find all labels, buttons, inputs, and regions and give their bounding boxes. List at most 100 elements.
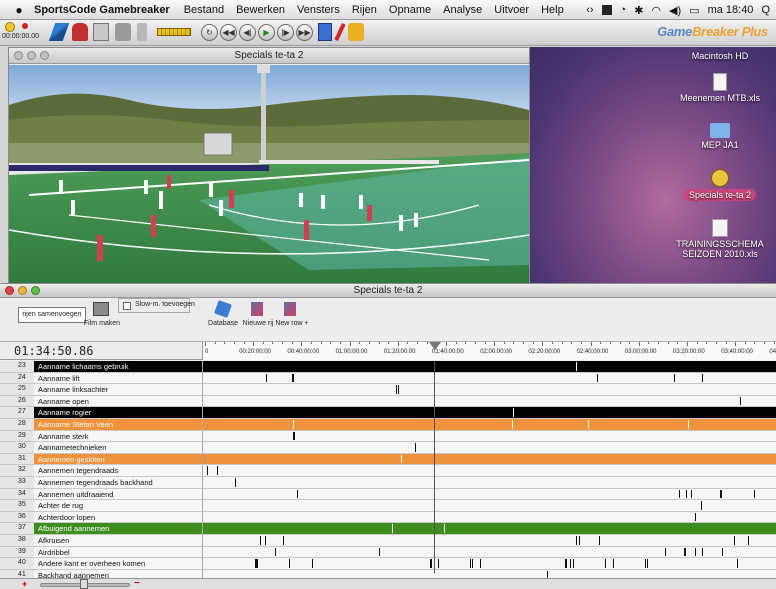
instance-mark[interactable] <box>748 536 750 545</box>
timeline-row[interactable]: 39 Airdribbel <box>0 546 776 559</box>
row-lane[interactable] <box>202 500 776 512</box>
instance-mark[interactable] <box>294 431 296 441</box>
timeline-row[interactable]: 33 Aannemen tegendraads backhand <box>0 477 776 489</box>
timeline-row[interactable]: 31 Aannemen gesloten <box>0 453 776 466</box>
instance-mark[interactable] <box>686 489 688 499</box>
row-name-button[interactable]: Aanname lift <box>34 372 202 385</box>
new-row-nl-label[interactable]: Nieuwe rij <box>241 320 275 327</box>
instance-mark[interactable] <box>690 489 692 499</box>
close-window-icon[interactable] <box>5 286 14 295</box>
row-name-button[interactable]: Aanname open <box>34 395 202 408</box>
stopwatch-icon[interactable] <box>5 22 15 32</box>
tools-icon[interactable] <box>115 23 131 41</box>
timeline-row[interactable]: 30 Aannametechnieken <box>0 442 776 454</box>
timeline-row[interactable]: 35 Achter de rug <box>0 500 776 512</box>
timeline-row[interactable]: 37 Afbuigend aannemen <box>0 523 776 535</box>
time-ruler[interactable]: 0 00:20:00:00 00:40:00:00 01:00:00:00 01:20:… <box>202 342 776 360</box>
instance-mark[interactable] <box>296 489 298 499</box>
row-name-button[interactable]: Aannemen tegendraads <box>34 465 202 477</box>
row-name-button[interactable]: Airdribbel <box>34 546 202 559</box>
instance-mark[interactable] <box>264 536 266 545</box>
row-lane[interactable] <box>202 419 776 431</box>
desktop-item-mep-ja1[interactable]: MEP JA1 <box>670 123 770 150</box>
desktop-item-macintosh-hd[interactable]: Macintosh HD <box>670 51 770 61</box>
instance-mark[interactable] <box>604 559 606 568</box>
instance-mark[interactable] <box>688 420 690 429</box>
instance-mark[interactable] <box>720 489 722 499</box>
instance-mark[interactable] <box>613 559 615 568</box>
instance-mark[interactable] <box>754 489 756 499</box>
minimize-window-icon[interactable] <box>18 286 27 295</box>
make-movie-label[interactable]: Film maken <box>82 320 122 327</box>
timeline-row[interactable]: 26 Aanname open <box>0 395 776 408</box>
timeline-row[interactable]: 40 Andere kant er overheen komen <box>0 558 776 570</box>
monitor-icon[interactable] <box>318 23 332 41</box>
minimize-window-icon[interactable] <box>27 51 36 60</box>
playhead-handle[interactable] <box>429 342 442 350</box>
battery-icon[interactable]: ▭ <box>689 4 699 17</box>
row-name-button[interactable]: Afkruisen <box>34 535 202 547</box>
row-name-button[interactable]: Afbuigend aannemen <box>34 523 202 535</box>
new-row-en-label[interactable]: New row + <box>274 320 310 327</box>
pencil-icon[interactable] <box>48 23 70 41</box>
instance-mark[interactable] <box>471 559 473 568</box>
instance-mark[interactable] <box>673 373 675 383</box>
play-button[interactable]: ▶ <box>258 24 275 41</box>
instance-mark[interactable] <box>578 536 580 545</box>
instance-mark[interactable] <box>665 547 667 557</box>
menu-opname[interactable]: Opname <box>389 4 431 16</box>
row-lane[interactable] <box>202 453 776 466</box>
timeline-row[interactable]: 32 Aannemen tegendraads <box>0 465 776 477</box>
instance-mark[interactable] <box>395 385 397 394</box>
menu-analyse[interactable]: Analyse <box>443 4 482 16</box>
instance-mark[interactable] <box>431 559 433 568</box>
row-lane[interactable] <box>202 361 776 373</box>
instance-mark[interactable] <box>576 362 578 371</box>
instance-mark[interactable] <box>444 524 446 533</box>
instance-mark[interactable] <box>274 547 276 557</box>
database-label[interactable]: Database <box>207 320 239 327</box>
row-lane[interactable] <box>202 535 776 547</box>
merge-rows-button[interactable]: rijen samenvoegen <box>18 307 86 323</box>
instance-mark[interactable] <box>260 536 262 545</box>
video-frame[interactable] <box>9 65 529 283</box>
instance-mark[interactable] <box>695 547 697 557</box>
database-icon[interactable] <box>214 300 232 318</box>
row-lane[interactable] <box>202 558 776 570</box>
video-window-titlebar[interactable]: Specials te-ta 2 <box>9 48 529 64</box>
car-icon[interactable] <box>72 23 88 41</box>
row-name-button[interactable]: Aannemen tegendraads backhand <box>34 477 202 489</box>
instance-mark[interactable] <box>392 524 394 533</box>
row-name-button[interactable]: Aanname linksachter <box>34 384 202 396</box>
instance-mark[interactable] <box>289 559 291 568</box>
instance-mark[interactable] <box>401 454 403 464</box>
row-lane[interactable] <box>202 546 776 559</box>
instance-mark[interactable] <box>293 420 295 429</box>
level-meter-icon[interactable] <box>157 28 191 36</box>
row-lane[interactable] <box>202 488 776 501</box>
zoom-out-icon[interactable]: − <box>134 578 140 589</box>
menu-uitvoer[interactable]: Uitvoer <box>494 4 529 16</box>
app-menu[interactable]: SportsCode Gamebreaker <box>34 4 170 16</box>
instance-mark[interactable] <box>511 420 513 429</box>
instance-mark[interactable] <box>694 512 696 522</box>
instance-mark[interactable] <box>570 559 572 568</box>
menu-rijen[interactable]: Rijen <box>352 4 377 16</box>
rewind-button[interactable]: ◀◀ <box>220 24 237 41</box>
timeline-row[interactable]: 25 Aanname linksachter <box>0 384 776 396</box>
row-lane[interactable] <box>202 511 776 524</box>
filter-icon[interactable] <box>137 23 147 41</box>
instance-mark[interactable] <box>283 536 285 545</box>
app-status-icon[interactable] <box>601 5 612 15</box>
row-name-button[interactable]: Aannametechnieken <box>34 442 202 454</box>
instance-mark[interactable] <box>379 547 381 557</box>
slowmo-checkbox[interactable] <box>123 302 131 310</box>
time-machine-icon[interactable]: ◔ <box>620 4 627 16</box>
instance-mark[interactable] <box>415 443 417 452</box>
menu-help[interactable]: Help <box>541 4 564 16</box>
instance-mark[interactable] <box>217 466 219 475</box>
row-lane[interactable] <box>202 477 776 489</box>
playhead-line[interactable] <box>434 361 436 573</box>
instance-mark[interactable] <box>207 466 209 475</box>
row-name-button[interactable]: Aanname lichaams gebruik <box>34 361 202 373</box>
